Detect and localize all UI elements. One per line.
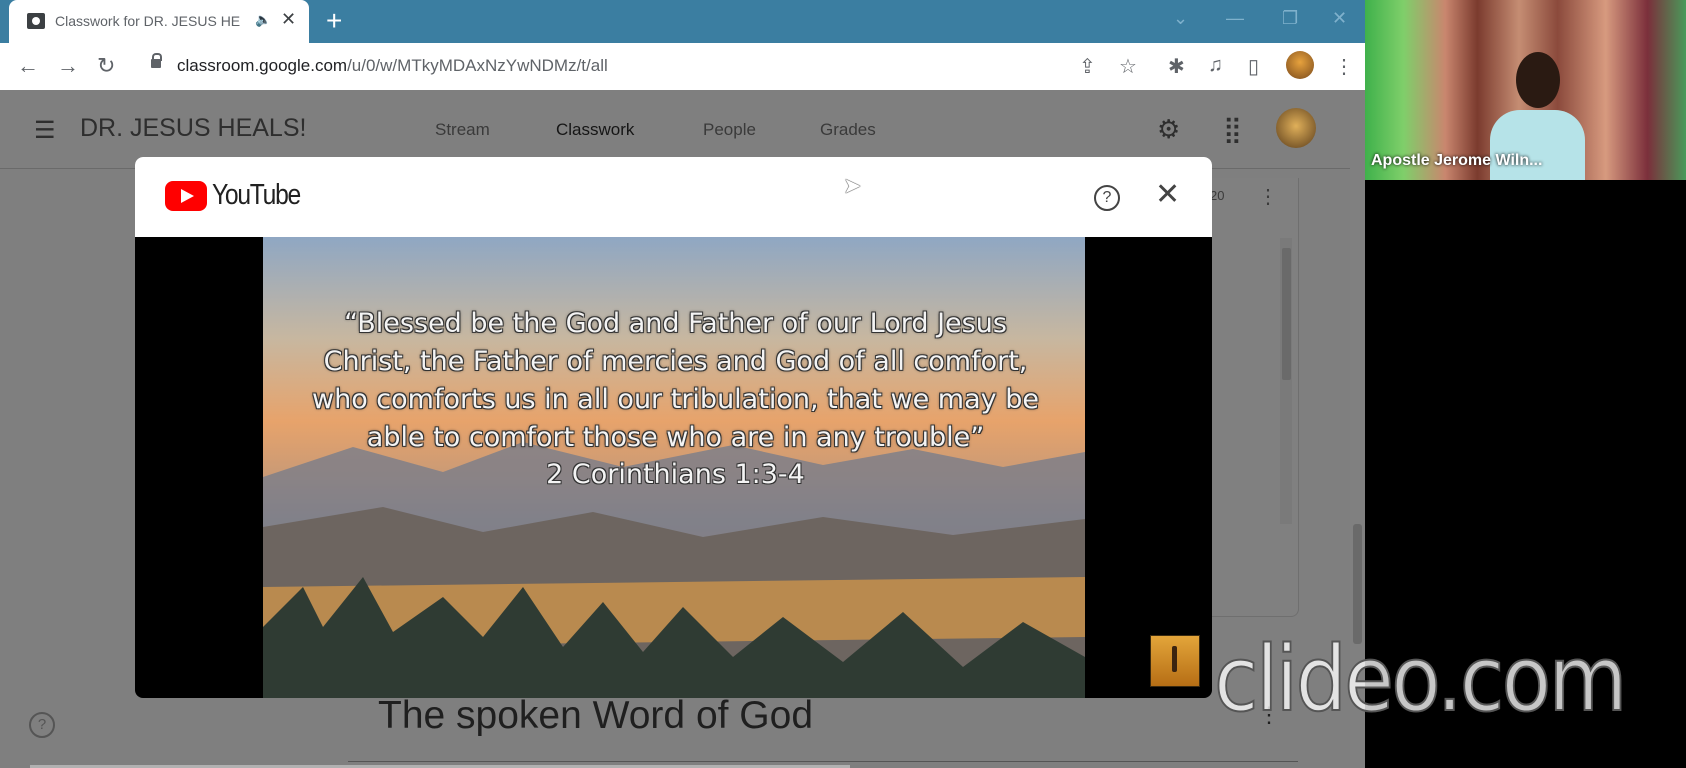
url-host: classroom.google.com: [177, 56, 348, 75]
restore-icon[interactable]: ❐: [1282, 8, 1298, 29]
settings-gear-icon[interactable]: ⚙: [1157, 114, 1180, 145]
url-path: /u/0/w/MTkyMDAxNzYwNDMz/t/all: [347, 56, 608, 75]
back-icon[interactable]: ←: [17, 53, 39, 79]
video-player[interactable]: “Blessed be the God and Father of our Lo…: [263, 237, 1085, 698]
youtube-play-icon: [165, 181, 207, 211]
lock-icon: [151, 53, 162, 68]
classroom-favicon-icon: [27, 13, 45, 29]
clideo-watermark: clideo.com: [1213, 626, 1628, 733]
menu-icon[interactable]: ☰: [34, 116, 56, 145]
tab-strip: Classwork for DR. JESUS HE 🔈 ✕ + ⌄ — ❐ ✕: [0, 0, 1365, 43]
card-scroll-thumb[interactable]: [1282, 248, 1291, 380]
address-bar[interactable]: classroom.google.com/u/0/w/MTkyMDAxNzYwN…: [177, 56, 608, 76]
card-more-icon[interactable]: ⋮: [1258, 184, 1278, 209]
channel-watermark-thumbnail[interactable]: [1150, 635, 1200, 687]
youtube-modal: YouTube ? ✕ “Blessed be the God and Fath…: [135, 157, 1212, 698]
extensions-icon[interactable]: ✱: [1168, 54, 1185, 79]
tab-title: Classwork for DR. JESUS HE: [55, 13, 241, 29]
tab-classwork[interactable]: Classwork: [556, 120, 634, 140]
card-date: 20: [1210, 188, 1225, 203]
video-reference: 2 Corinthians 1:3-4: [546, 459, 805, 490]
more-menu-icon[interactable]: ⋮: [1334, 54, 1354, 79]
share-icon[interactable]: ⇪: [1079, 54, 1096, 79]
video-quote: “Blessed be the God and Father of our Lo…: [312, 308, 1039, 453]
webcam-tile: Apostle Jerome Wiln...: [1365, 0, 1686, 180]
tab-people[interactable]: People: [703, 120, 756, 140]
chevron-down-icon[interactable]: ⌄: [1173, 8, 1188, 29]
mouse-cursor-icon: ➤: [843, 173, 862, 198]
card-scrollbar[interactable]: [1280, 238, 1292, 524]
browser-window: Classwork for DR. JESUS HE 🔈 ✕ + ⌄ — ❐ ✕…: [0, 0, 1365, 768]
modal-close-icon[interactable]: ✕: [1155, 177, 1180, 212]
participant-name: Apostle Jerome Wiln...: [1371, 152, 1543, 169]
browser-toolbar: ← → ↻ classroom.google.com/u/0/w/MTkyMDA…: [0, 43, 1365, 90]
bookmark-star-icon[interactable]: ☆: [1119, 54, 1137, 79]
reload-icon[interactable]: ↻: [97, 53, 115, 79]
user-avatar[interactable]: [1276, 108, 1316, 148]
help-icon[interactable]: ?: [29, 712, 55, 738]
media-control-icon[interactable]: ♫: [1208, 54, 1223, 77]
modal-header: YouTube ? ✕: [135, 157, 1212, 237]
browser-tab[interactable]: Classwork for DR. JESUS HE 🔈 ✕: [9, 0, 309, 43]
modal-help-icon[interactable]: ?: [1094, 185, 1120, 211]
youtube-wordmark: YouTube: [212, 179, 301, 211]
window-close-icon[interactable]: ✕: [1332, 8, 1347, 29]
section-divider: [348, 761, 1298, 762]
minimize-icon[interactable]: —: [1226, 8, 1244, 29]
class-title[interactable]: DR. JESUS HEALS!: [80, 114, 306, 143]
tab-stream[interactable]: Stream: [435, 120, 490, 140]
apps-grid-icon[interactable]: ⣿: [1223, 114, 1242, 145]
page-scroll-thumb[interactable]: [1353, 524, 1362, 644]
participant-head: [1516, 52, 1560, 108]
speaker-icon[interactable]: 🔈: [255, 12, 271, 28]
section-title: The spoken Word of God: [378, 694, 814, 737]
tab-grades[interactable]: Grades: [820, 120, 876, 140]
new-tab-button[interactable]: +: [326, 5, 342, 37]
forward-icon[interactable]: →: [57, 53, 79, 79]
profile-avatar[interactable]: [1286, 51, 1314, 79]
tab-close-icon[interactable]: ✕: [281, 9, 296, 30]
side-panel-icon[interactable]: ▯: [1248, 54, 1259, 79]
